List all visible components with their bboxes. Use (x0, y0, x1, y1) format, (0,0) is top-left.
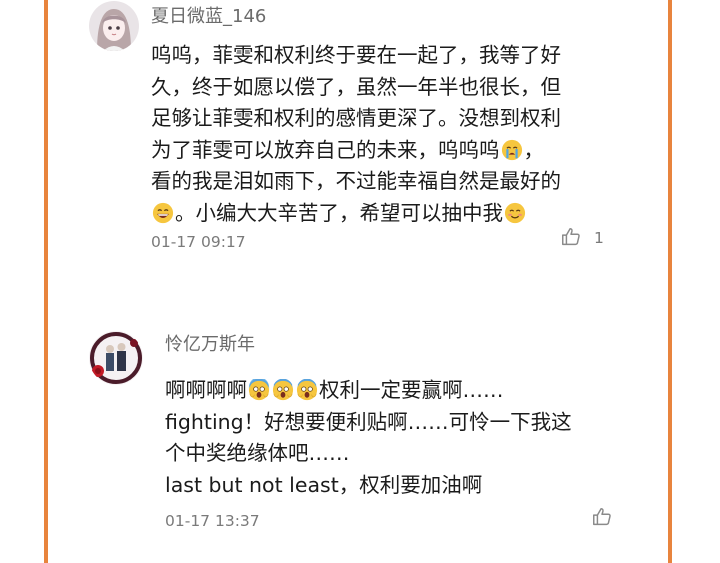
user-avatar[interactable] (89, 1, 139, 51)
comment-timestamp: 01-17 09:17 (151, 233, 246, 251)
user-avatar[interactable] (89, 331, 143, 385)
screaming-face-icon (272, 379, 294, 401)
comment-line: 。小编大大辛苦了，希望可以抽中我 (175, 200, 503, 225)
comment-line: 为了菲雯可以放弃自己的未来，呜呜呜 (151, 137, 500, 162)
comment-line: 权利一定要赢啊…… (319, 378, 504, 402)
comment-line: last but not least，权利要加油啊 (165, 472, 483, 497)
comment-item: 怜亿万斯年 啊啊啊啊 权利一定要赢啊…… fighting！好想要便利贴啊……可怜… (48, 318, 668, 563)
comment-line: 啊啊啊啊 (165, 378, 247, 402)
comment-item: 夏日微蓝_146 呜呜，菲雯和权利终于要在一起了，我等了好 久，终于如愿以偿了，… (48, 0, 668, 290)
comment-line-with-emoji: 。小编大大辛苦了，希望可以抽中我 (151, 198, 671, 230)
username[interactable]: 怜亿万斯年 (165, 330, 255, 356)
crying-face-icon (501, 139, 522, 160)
comment-line: 个中奖绝缘体吧…… (165, 441, 350, 465)
comment-line: 久，终于如愿以偿了，虽然一年半也很长，但 (151, 74, 561, 99)
smiling-face-icon (504, 202, 526, 223)
comment-text: 呜呜，菲雯和权利终于要在一起了，我等了好 久，终于如愿以偿了，虽然一年半也很长，… (151, 40, 671, 229)
grinning-face-icon (152, 202, 174, 223)
comment-line: 呜呜，菲雯和权利终于要在一起了，我等了好 (151, 43, 561, 67)
screaming-face-icon (296, 379, 318, 401)
rose-frame-avatar-icon (89, 331, 143, 385)
comment-text: 啊啊啊啊 权利一定要赢啊…… fighting！好想要便利贴啊……可怜一下我这 个… (165, 375, 645, 501)
comment-line: fighting！好想要便利贴啊……可怜一下我这 (165, 409, 572, 434)
comment-line: 看的我是泪如雨下，不过能幸福自然是最好的 (151, 169, 561, 193)
thumbs-up-icon[interactable] (591, 506, 613, 528)
comment-line: 足够让菲雯和权利的感情更深了。没想到权利 (151, 106, 561, 130)
like-count: 1 (594, 229, 604, 247)
username[interactable]: 夏日微蓝_146 (151, 2, 266, 28)
screaming-face-icon (248, 379, 270, 401)
comment-line-with-emoji: 啊啊啊啊 权利一定要赢啊…… (165, 375, 645, 407)
comment-timestamp: 01-17 13:37 (165, 512, 260, 530)
anime-girl-avatar-icon (89, 1, 139, 51)
comment-list: 夏日微蓝_146 呜呜，菲雯和权利终于要在一起了，我等了好 久，终于如愿以偿了，… (48, 0, 668, 563)
comment-line-with-emoji: 为了菲雯可以放弃自己的未来，呜呜呜， (151, 137, 544, 162)
thumbs-up-icon[interactable] (560, 226, 582, 248)
